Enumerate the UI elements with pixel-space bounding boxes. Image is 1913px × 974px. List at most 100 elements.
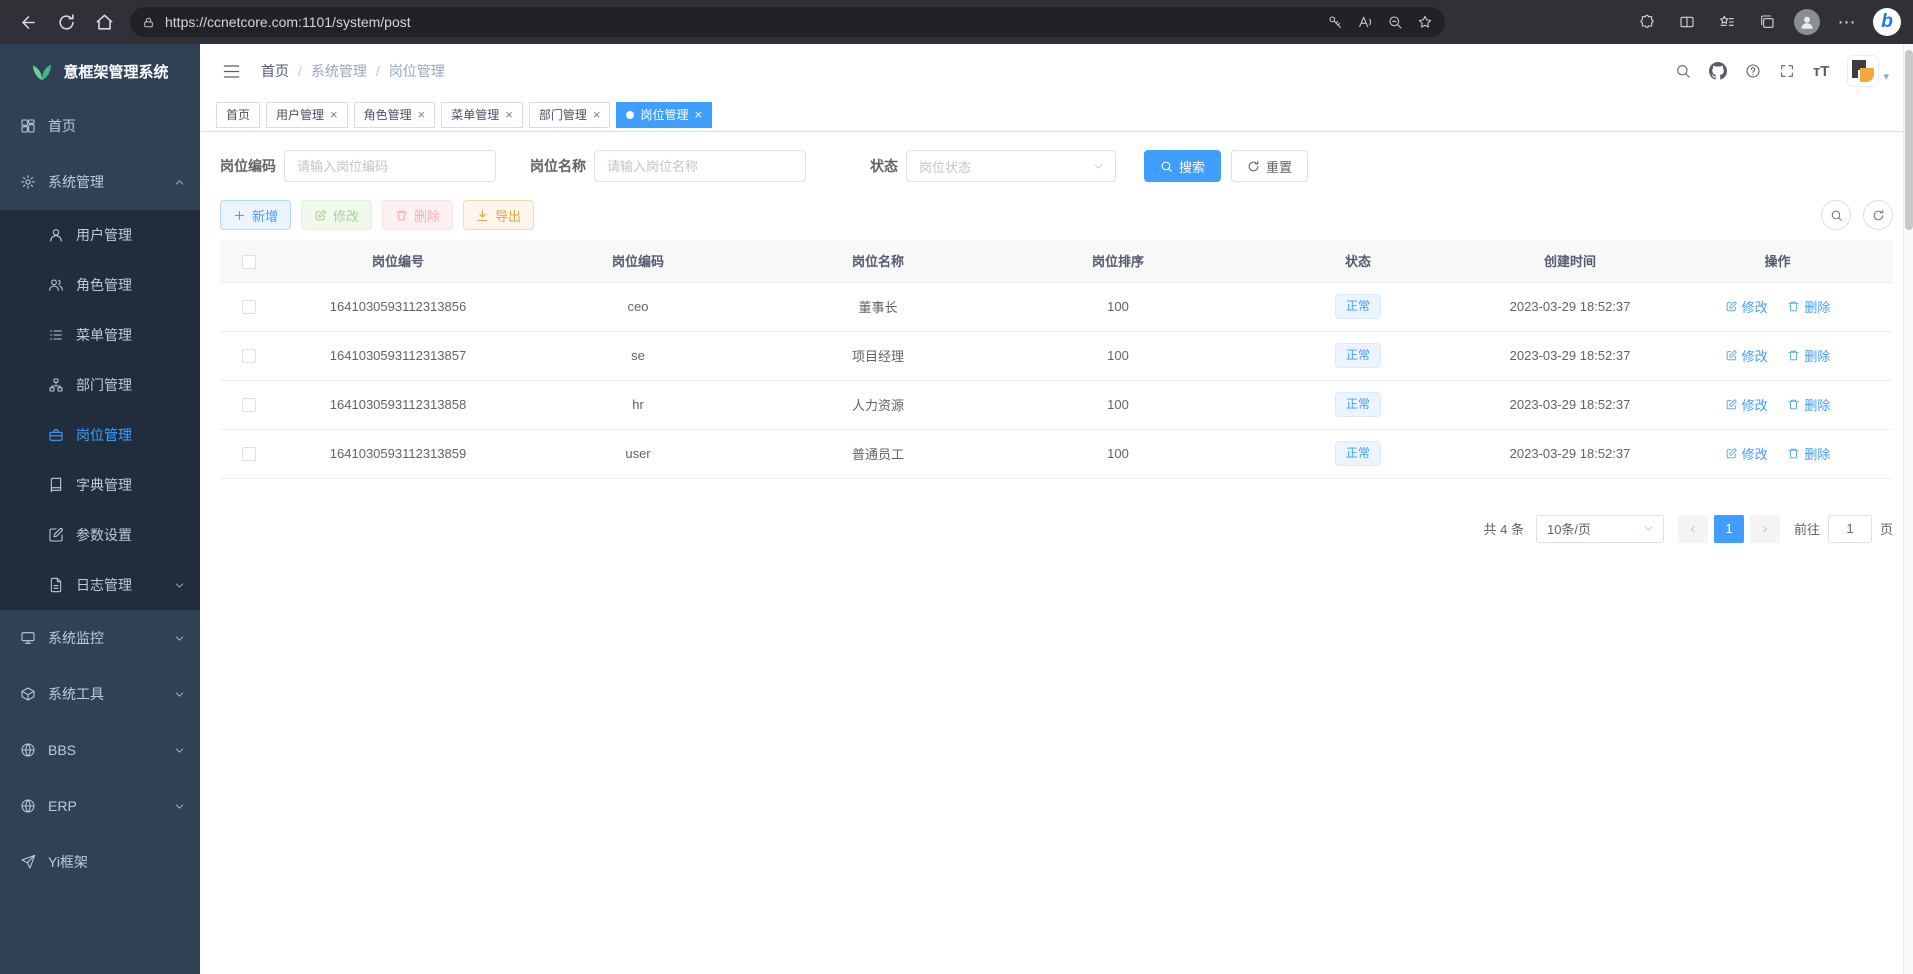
refresh-table-button[interactable] bbox=[1863, 200, 1893, 230]
edit-square-icon bbox=[48, 527, 64, 543]
extensions-button[interactable] bbox=[1631, 6, 1663, 38]
password-key-button[interactable] bbox=[1327, 14, 1343, 30]
tab-menu-management[interactable]: 菜单管理 × bbox=[441, 102, 523, 128]
close-icon[interactable]: × bbox=[505, 108, 513, 121]
read-aloud-button[interactable] bbox=[1357, 14, 1373, 30]
close-icon[interactable]: × bbox=[418, 108, 426, 121]
prev-page-button[interactable]: ‹ bbox=[1678, 515, 1708, 543]
scrollbar-thumb[interactable] bbox=[1905, 50, 1913, 230]
browser-back-button[interactable] bbox=[10, 4, 46, 40]
zoom-button[interactable] bbox=[1387, 14, 1403, 30]
browser-profile-button[interactable] bbox=[1791, 6, 1823, 38]
fullscreen-button[interactable] bbox=[1779, 63, 1795, 79]
row-edit-link[interactable]: 修改 bbox=[1725, 346, 1768, 365]
tab-post-management[interactable]: 岗位管理 × bbox=[616, 102, 712, 128]
sidebar-item-role-management[interactable]: 角色管理 bbox=[0, 260, 200, 310]
sidebar-item-department-management[interactable]: 部门管理 bbox=[0, 360, 200, 410]
edit-button[interactable]: 修改 bbox=[301, 200, 372, 230]
bing-sidebar-button[interactable]: b bbox=[1871, 6, 1903, 38]
browser-chrome: https://ccnetcore.com:1101/system/post bbox=[0, 0, 1913, 44]
tab-role-management[interactable]: 角色管理 × bbox=[354, 102, 436, 128]
header-search-button[interactable] bbox=[1675, 63, 1691, 79]
row-delete-link[interactable]: 删除 bbox=[1787, 297, 1830, 316]
next-page-button[interactable]: › bbox=[1750, 515, 1780, 543]
reset-button[interactable]: 重置 bbox=[1231, 150, 1308, 182]
table-row: 1641030593112313856 ceo 董事长 100 正常 2023-… bbox=[220, 282, 1893, 331]
row-edit-link[interactable]: 修改 bbox=[1725, 444, 1768, 463]
close-icon[interactable]: × bbox=[694, 108, 702, 121]
delete-button[interactable]: 删除 bbox=[382, 200, 453, 230]
row-delete-link[interactable]: 删除 bbox=[1787, 346, 1830, 365]
sidebar-item-post-management[interactable]: 岗位管理 bbox=[0, 410, 200, 460]
tab-home[interactable]: 首页 bbox=[216, 102, 260, 128]
table-header-row: 岗位编号 岗位编码 岗位名称 岗位排序 状态 创建时间 操作 bbox=[220, 240, 1893, 282]
trash-icon bbox=[1787, 349, 1800, 362]
row-checkbox[interactable] bbox=[242, 447, 256, 461]
page-size-select[interactable]: 10条/页 bbox=[1536, 515, 1664, 543]
sidebar-item-home[interactable]: 首页 bbox=[0, 98, 200, 154]
user-menu[interactable]: ▾ bbox=[1847, 55, 1889, 87]
status-select[interactable]: 岗位状态 bbox=[906, 150, 1116, 182]
cell-post-sort: 100 bbox=[998, 380, 1238, 429]
content-column: 首页 / 系统管理 / 岗位管理 bbox=[200, 44, 1913, 974]
tab-user-management[interactable]: 用户管理 × bbox=[266, 102, 348, 128]
sidebar-item-yi-framework[interactable]: Yi框架 bbox=[0, 834, 200, 890]
breadcrumb-home[interactable]: 首页 bbox=[261, 61, 289, 81]
sidebar-item-menu-management[interactable]: 菜单管理 bbox=[0, 310, 200, 360]
sidebar-item-log-management[interactable]: 日志管理 bbox=[0, 560, 200, 610]
cell-post-code: se bbox=[518, 331, 758, 380]
sidebar-item-bbs[interactable]: BBS bbox=[0, 722, 200, 778]
post-name-input[interactable] bbox=[594, 150, 806, 182]
help-button[interactable] bbox=[1745, 63, 1761, 79]
browser-home-button[interactable] bbox=[86, 4, 122, 40]
close-icon[interactable]: × bbox=[330, 108, 338, 121]
sidebar: 意框架管理系统 首页 系统管理 用户管理 bbox=[0, 44, 200, 974]
row-edit-link[interactable]: 修改 bbox=[1725, 395, 1768, 414]
sidebar-item-parameter-settings[interactable]: 参数设置 bbox=[0, 510, 200, 560]
close-icon[interactable]: × bbox=[593, 108, 601, 121]
toggle-search-button[interactable] bbox=[1821, 200, 1851, 230]
sidebar-collapse-button[interactable] bbox=[218, 58, 245, 85]
sidebar-item-erp[interactable]: ERP bbox=[0, 778, 200, 834]
favorites-button[interactable] bbox=[1711, 6, 1743, 38]
github-link-button[interactable] bbox=[1709, 62, 1727, 80]
tab-department-management[interactable]: 部门管理 × bbox=[529, 102, 611, 128]
sidebar-item-system-monitoring[interactable]: 系统监控 bbox=[0, 610, 200, 666]
pagination-total: 共 4 条 bbox=[1484, 519, 1524, 538]
sidebar-item-system-management[interactable]: 系统管理 bbox=[0, 154, 200, 210]
select-all-checkbox[interactable] bbox=[242, 255, 256, 269]
row-checkbox[interactable] bbox=[242, 300, 256, 314]
plus-icon bbox=[233, 209, 246, 222]
browser-refresh-button[interactable] bbox=[48, 4, 84, 40]
split-screen-button[interactable] bbox=[1671, 6, 1703, 38]
more-icon: ⋯ bbox=[1838, 13, 1857, 31]
post-code-input[interactable] bbox=[284, 150, 496, 182]
row-delete-link[interactable]: 删除 bbox=[1787, 395, 1830, 414]
browser-menu-button[interactable]: ⋯ bbox=[1831, 6, 1863, 38]
search-button[interactable]: 搜索 bbox=[1144, 150, 1221, 182]
row-edit-link[interactable]: 修改 bbox=[1725, 297, 1768, 316]
row-checkbox[interactable] bbox=[242, 398, 256, 412]
row-delete-link[interactable]: 删除 bbox=[1787, 444, 1830, 463]
active-tab-dot bbox=[626, 111, 634, 119]
collections-button[interactable] bbox=[1751, 6, 1783, 38]
chevron-down-icon bbox=[173, 688, 186, 701]
chevron-down-icon bbox=[173, 800, 186, 813]
vertical-scrollbar[interactable] bbox=[1903, 44, 1913, 974]
sidebar-item-user-management[interactable]: 用户管理 bbox=[0, 210, 200, 260]
row-checkbox[interactable] bbox=[242, 349, 256, 363]
org-tree-icon bbox=[48, 377, 64, 393]
url-text[interactable]: https://ccnetcore.com:1101/system/post bbox=[165, 14, 1317, 30]
page-number-button[interactable]: 1 bbox=[1714, 515, 1744, 543]
address-bar[interactable]: https://ccnetcore.com:1101/system/post bbox=[130, 7, 1445, 37]
lock-icon bbox=[142, 16, 155, 29]
add-favorite-button[interactable] bbox=[1417, 14, 1433, 30]
breadcrumb-system-management[interactable]: 系统管理 bbox=[311, 61, 367, 81]
font-size-button[interactable]: тT bbox=[1813, 64, 1830, 79]
add-button[interactable]: 新增 bbox=[220, 200, 291, 230]
search-icon bbox=[1160, 160, 1173, 173]
export-button[interactable]: 导出 bbox=[463, 200, 534, 230]
sidebar-item-dictionary-management[interactable]: 字典管理 bbox=[0, 460, 200, 510]
goto-page-input[interactable] bbox=[1828, 515, 1872, 543]
sidebar-item-system-tools[interactable]: 系统工具 bbox=[0, 666, 200, 722]
